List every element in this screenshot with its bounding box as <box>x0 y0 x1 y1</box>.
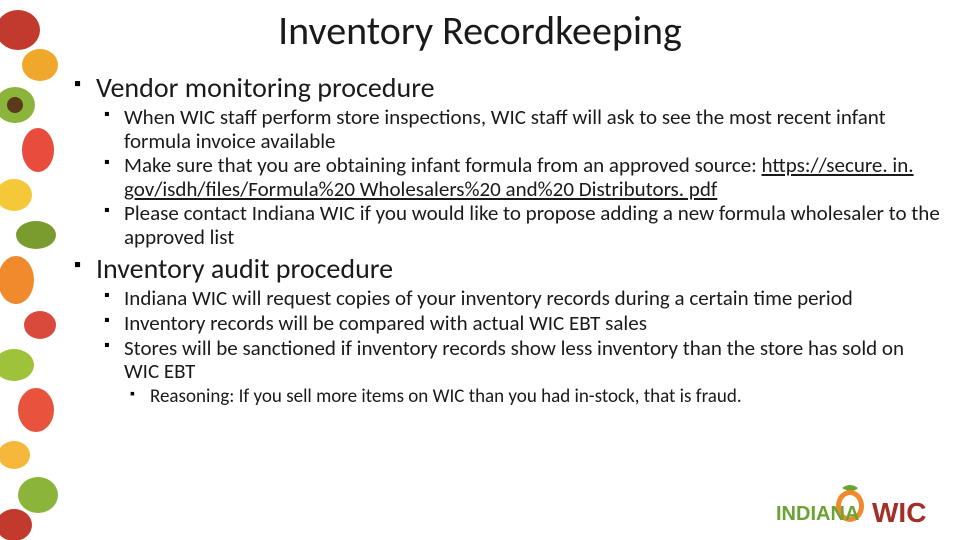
logo-text-indiana: INDIANA <box>776 503 859 525</box>
bullet-text: Stores will be sanctioned if inventory r… <box>124 335 904 385</box>
food-border-decoration <box>0 0 60 540</box>
section-vendor-monitoring: Vendor monitoring procedure When WIC sta… <box>70 72 940 249</box>
bullet-item: Please contact Indiana WIC if you would … <box>96 202 940 249</box>
bullet-item: Indiana WIC will request copies of your … <box>96 287 940 311</box>
section-heading: Inventory audit procedure <box>96 251 393 286</box>
bullet-text: Make sure that you are obtaining infant … <box>124 152 762 178</box>
section-heading: Vendor monitoring procedure <box>96 70 435 105</box>
slide-title: Inventory Recordkeeping <box>0 6 960 55</box>
logo-text-wic: WIC <box>872 497 926 528</box>
bullet-item: Make sure that you are obtaining infant … <box>96 154 940 201</box>
section-inventory-audit: Inventory audit procedure Indiana WIC wi… <box>70 253 940 407</box>
indiana-wic-logo: INDIANA WIC <box>772 480 942 530</box>
bullet-item: Inventory records will be compared with … <box>96 312 940 336</box>
bullet-item: When WIC staff perform store inspections… <box>96 106 940 153</box>
sub-bullet-item: Reasoning: If you sell more items on WIC… <box>124 386 940 408</box>
slide-body: Vendor monitoring procedure When WIC sta… <box>70 72 940 411</box>
bullet-item: Stores will be sanctioned if inventory r… <box>96 337 940 408</box>
